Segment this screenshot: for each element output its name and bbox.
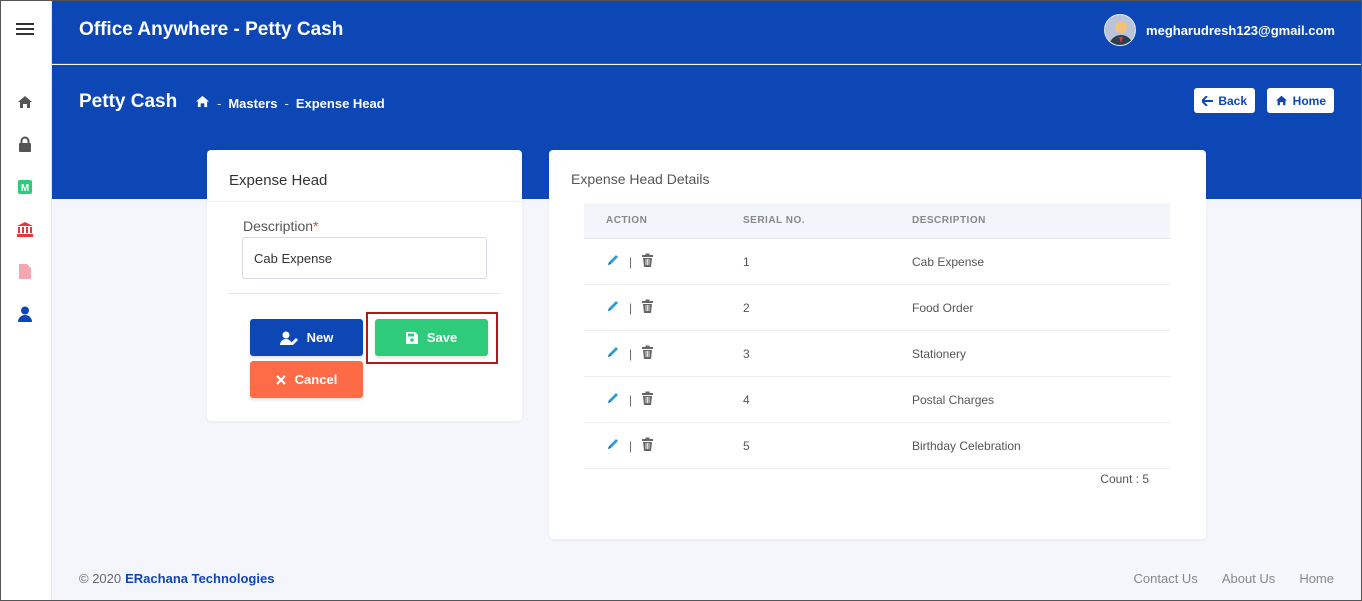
action-separator: | [629, 438, 633, 453]
form-title: Expense Head [207, 150, 522, 202]
home-label: Home [1292, 93, 1326, 108]
home-icon [1275, 95, 1287, 106]
footer-links: Contact Us About Us Home [1134, 571, 1334, 586]
delete-trash-icon[interactable] [641, 253, 654, 270]
details-title: Expense Head Details [571, 171, 710, 187]
sidebar: M [1, 1, 52, 600]
row-count: Count : 5 [1100, 472, 1149, 486]
table-row: | 2 Food Order [584, 285, 1170, 331]
table-row: | 3 Stationery [584, 331, 1170, 377]
delete-trash-icon[interactable] [641, 391, 654, 408]
avatar [1104, 14, 1137, 46]
document-icon[interactable] [15, 261, 35, 281]
close-icon [275, 374, 286, 385]
row-description: Stationery [912, 346, 967, 361]
bank-icon[interactable] [15, 219, 35, 239]
details-table: ACTION SERIAL NO. DESCRIPTION | 1 Cab Expe… [584, 203, 1170, 469]
edit-pencil-icon[interactable] [606, 253, 620, 270]
edit-pencil-icon[interactable] [606, 345, 620, 362]
table-header: ACTION SERIAL NO. DESCRIPTION [584, 203, 1170, 239]
arrow-left-icon [1202, 95, 1214, 106]
home-button[interactable]: Home [1266, 88, 1334, 113]
new-button[interactable]: New [250, 319, 363, 356]
expense-head-details-card: Expense Head Details ACTION SERIAL NO. D… [549, 150, 1206, 539]
edit-pencil-icon[interactable] [606, 391, 620, 408]
footer-copyright: © 2020 ERachana Technologies [79, 571, 275, 586]
row-serial: 2 [743, 300, 750, 315]
table-row: | 5 Birthday Celebration [584, 423, 1170, 469]
footer-link-about[interactable]: About Us [1222, 571, 1275, 586]
hamburger-menu-icon[interactable] [16, 23, 34, 37]
row-actions: | [584, 437, 743, 454]
column-header-action: ACTION [606, 215, 648, 226]
app-title: Office Anywhere - Petty Cash [79, 19, 344, 40]
description-input[interactable] [242, 237, 487, 279]
cancel-button[interactable]: Cancel [250, 361, 363, 398]
column-header-serial: SERIAL NO. [743, 215, 806, 226]
row-actions: | [584, 391, 743, 408]
save-highlight-box [366, 312, 498, 364]
row-actions: | [584, 299, 743, 316]
table-row: | 1 Cab Expense [584, 239, 1170, 285]
required-asterisk: * [313, 218, 319, 234]
edit-pencil-icon[interactable] [606, 437, 620, 454]
user-icon[interactable] [15, 304, 35, 324]
masters-m-icon[interactable]: M [15, 177, 35, 197]
footer-company[interactable]: ERachana Technologies [125, 571, 274, 586]
back-label: Back [1218, 93, 1247, 108]
description-label: Description* [243, 218, 319, 234]
expense-head-form-card: Expense Head Description* New Save Cance… [207, 150, 522, 421]
delete-trash-icon[interactable] [641, 345, 654, 362]
home-icon[interactable] [15, 92, 35, 112]
table-row: | 4 Postal Charges [584, 377, 1170, 423]
edit-pencil-icon[interactable] [606, 299, 620, 316]
breadcrumb: - Masters - Expense Head [195, 95, 385, 111]
action-separator: | [629, 254, 633, 269]
action-separator: | [629, 392, 633, 407]
footer-link-home[interactable]: Home [1299, 571, 1334, 586]
row-actions: | [584, 345, 743, 362]
user-menu[interactable]: megharudresh123@gmail.com [1104, 14, 1335, 46]
breadcrumb-separator: - [284, 95, 289, 111]
delete-trash-icon[interactable] [641, 299, 654, 316]
row-serial: 4 [743, 392, 750, 407]
lock-icon[interactable] [15, 134, 35, 154]
row-serial: 1 [743, 254, 750, 269]
row-serial: 5 [743, 438, 750, 453]
row-actions: | [584, 253, 743, 270]
delete-trash-icon[interactable] [641, 437, 654, 454]
row-description: Postal Charges [912, 392, 995, 407]
action-separator: | [629, 346, 633, 361]
new-label: New [306, 330, 334, 345]
user-email: megharudresh123@gmail.com [1146, 22, 1335, 38]
cancel-label: Cancel [294, 372, 338, 387]
breadcrumb-separator: - [217, 95, 222, 111]
footer-link-contact[interactable]: Contact Us [1134, 571, 1198, 586]
svg-text:M: M [21, 183, 29, 194]
column-header-description: DESCRIPTION [912, 215, 986, 226]
divider [228, 293, 501, 294]
top-bar: Office Anywhere - Petty Cash megharudres… [52, 1, 1361, 64]
page-title: Petty Cash [79, 91, 178, 112]
breadcrumb-current: Expense Head [295, 95, 385, 111]
action-separator: | [629, 300, 633, 315]
breadcrumb-home-icon[interactable] [195, 95, 210, 111]
row-description: Food Order [912, 300, 974, 315]
breadcrumb-masters[interactable]: Masters [228, 96, 277, 111]
row-serial: 3 [743, 346, 750, 361]
back-button[interactable]: Back [1194, 88, 1255, 113]
row-description: Cab Expense [912, 254, 985, 269]
user-edit-icon [279, 331, 298, 345]
row-description: Birthday Celebration [912, 438, 1021, 453]
